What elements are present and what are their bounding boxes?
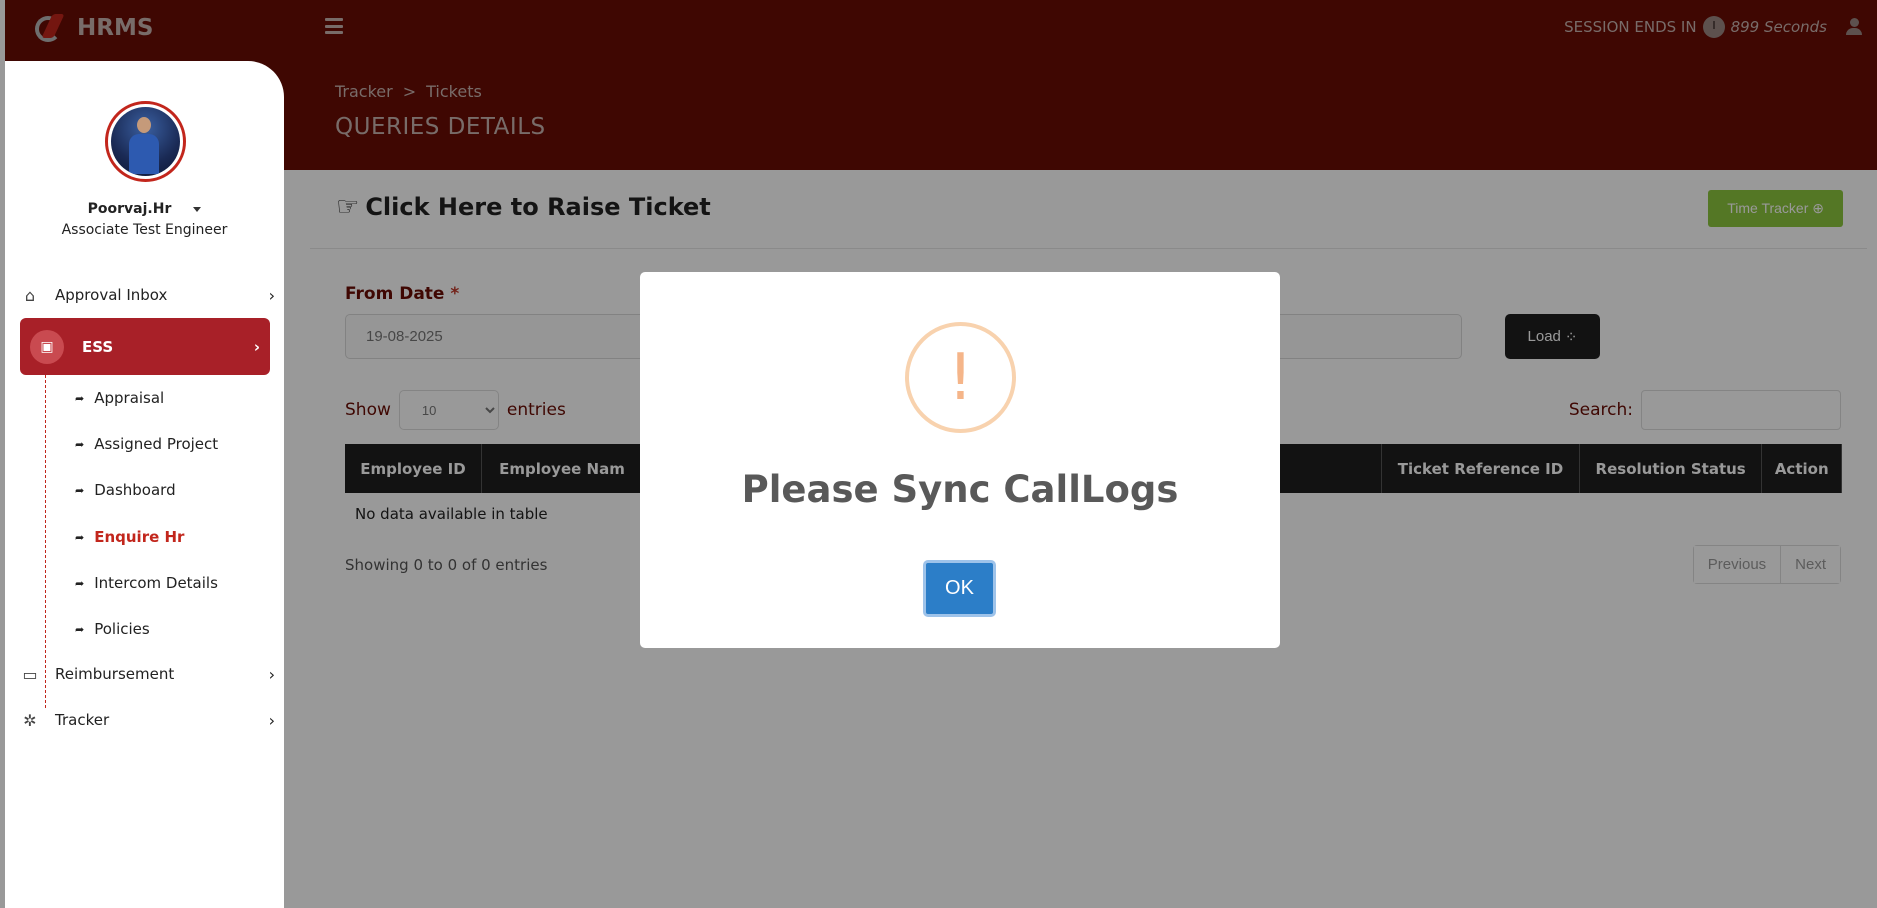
- home-icon: ⌂: [24, 285, 36, 305]
- arrow-right-icon: ➦: [75, 622, 85, 636]
- sidebar: Poorvaj.Hr Associate Test Engineer ⌂ App…: [5, 61, 284, 908]
- sidebar-subitem-dashboard[interactable]: ➦ Dashboard: [75, 475, 176, 505]
- arrow-right-icon: ➦: [75, 437, 85, 451]
- cog-icon: ✲: [23, 710, 37, 730]
- chevron-right-icon: ›: [268, 710, 275, 730]
- alert-dialog: ! Please Sync CallLogs OK: [640, 272, 1280, 648]
- arrow-right-icon: ➦: [75, 576, 85, 590]
- avatar[interactable]: [105, 101, 186, 182]
- sidebar-subitem-policies[interactable]: ➦ Policies: [75, 614, 150, 644]
- sidebar-item-reimbursement[interactable]: ▭ Reimbursement ›: [19, 656, 277, 692]
- money-icon: ▭: [22, 664, 38, 684]
- exclamation-icon: !: [905, 322, 1016, 433]
- sidebar-item-ess[interactable]: ▣ ESS ›: [20, 318, 270, 375]
- chevron-right-icon: ›: [268, 664, 275, 684]
- sidebar-subitem-appraisal[interactable]: ➦ Appraisal: [75, 383, 164, 413]
- sidebar-subitem-enquire-hr[interactable]: ➦ Enquire Hr: [75, 522, 184, 552]
- sidebar-item-approval-inbox[interactable]: ⌂ Approval Inbox ›: [19, 277, 277, 313]
- arrow-right-icon: ➦: [75, 391, 85, 405]
- user-role: Associate Test Engineer: [61, 222, 228, 238]
- sidebar-item-tracker[interactable]: ✲ Tracker ›: [19, 702, 277, 738]
- sidebar-subitem-intercom-details[interactable]: ➦ Intercom Details: [75, 568, 218, 598]
- chevron-down-icon: [193, 206, 202, 212]
- monitor-user-icon: ▣: [30, 329, 64, 364]
- arrow-right-icon: ➦: [75, 530, 85, 544]
- sidebar-subitem-assigned-project[interactable]: ➦ Assigned Project: [75, 429, 218, 459]
- arrow-right-icon: ➦: [75, 483, 85, 497]
- alert-title: Please Sync CallLogs: [741, 468, 1179, 511]
- chevron-right-icon: ›: [253, 337, 260, 356]
- user-name[interactable]: Poorvaj.Hr: [5, 201, 284, 217]
- chevron-right-icon: ›: [268, 285, 275, 305]
- ok-button[interactable]: OK: [923, 560, 996, 617]
